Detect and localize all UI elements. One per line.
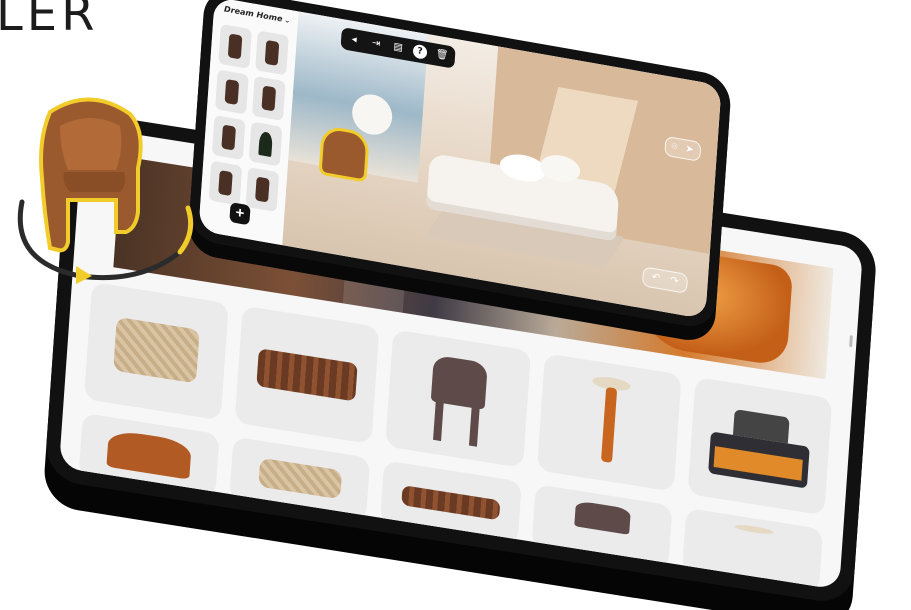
- product-card-side-table-2[interactable]: [681, 507, 824, 590]
- thumb-plant[interactable]: [248, 121, 283, 167]
- project-selector[interactable]: Dream Home⌄: [224, 4, 291, 24]
- rotation-ring[interactable]: [10, 172, 200, 290]
- thumb-chair[interactable]: [218, 23, 252, 69]
- chevron-down-icon: ⌄: [284, 16, 291, 25]
- side-table-image: [734, 523, 774, 536]
- furniture-thumbnails: [208, 23, 289, 213]
- help-icon[interactable]: ?: [412, 43, 428, 60]
- furniture-panel: Dream Home⌄ +: [198, 0, 299, 246]
- add-item-button[interactable]: +: [229, 202, 251, 226]
- ring-dark-arc: [17, 199, 183, 281]
- armchair-image: [106, 428, 192, 480]
- plant-icon: [258, 131, 273, 157]
- armchair-back: [60, 118, 122, 170]
- ring-highlight-arc: [177, 205, 194, 255]
- side-table-leg: [600, 386, 617, 464]
- chair-leg: [433, 399, 445, 441]
- product-card-chair-2[interactable]: [530, 483, 673, 569]
- cushion-image: [256, 348, 358, 402]
- stool-icon: [255, 176, 270, 203]
- login-icon[interactable]: ⇥: [369, 36, 384, 52]
- share-icon[interactable]: ➤: [685, 143, 694, 156]
- product-card-bed[interactable]: [687, 376, 833, 516]
- rotate-arrow-icon: [76, 266, 92, 284]
- chair-icon: [228, 33, 243, 60]
- collapse-icon[interactable]: ◂: [347, 32, 362, 48]
- table-icon: [264, 39, 280, 66]
- delete-icon[interactable]: 🗑: [434, 47, 449, 63]
- pillow-image: [113, 316, 200, 384]
- undo-icon[interactable]: ↶: [651, 272, 660, 285]
- thumb-dining-chair[interactable]: [251, 75, 286, 121]
- product-card-armchair[interactable]: [78, 412, 220, 498]
- product-card-pillow[interactable]: [83, 281, 230, 421]
- thumb-stool[interactable]: [245, 167, 280, 213]
- cabinet-icon: [224, 79, 239, 105]
- product-card-chair[interactable]: [385, 329, 531, 468]
- undo-redo-group: ↶ ↷: [642, 266, 689, 294]
- product-card-cushion-set[interactable]: [234, 305, 380, 445]
- chair-image: [573, 500, 631, 535]
- monitor-icon: [221, 124, 236, 151]
- thumb-side-table[interactable]: [255, 30, 289, 76]
- headline-text: LER: [0, 0, 99, 42]
- thumb-armchair[interactable]: [208, 160, 243, 206]
- thumb-cabinet[interactable]: [215, 69, 249, 115]
- thumb-monitor[interactable]: [211, 115, 246, 161]
- pillow-image: [257, 457, 343, 500]
- redo-icon[interactable]: ↷: [670, 275, 679, 288]
- product-card-side-table[interactable]: [536, 353, 682, 492]
- project-title: Dream Home: [223, 4, 283, 24]
- camera-icon[interactable]: ⌾: [671, 141, 678, 154]
- chair-icon: [261, 85, 276, 112]
- armchair-icon: [218, 170, 233, 197]
- product-card-cushion-set-2[interactable]: [380, 460, 522, 546]
- chair-leg: [468, 405, 480, 447]
- scrollbar[interactable]: [849, 335, 853, 348]
- save-icon[interactable]: ▤: [391, 40, 406, 56]
- product-card-pillow-2[interactable]: [229, 436, 371, 522]
- cushion-image: [400, 484, 501, 521]
